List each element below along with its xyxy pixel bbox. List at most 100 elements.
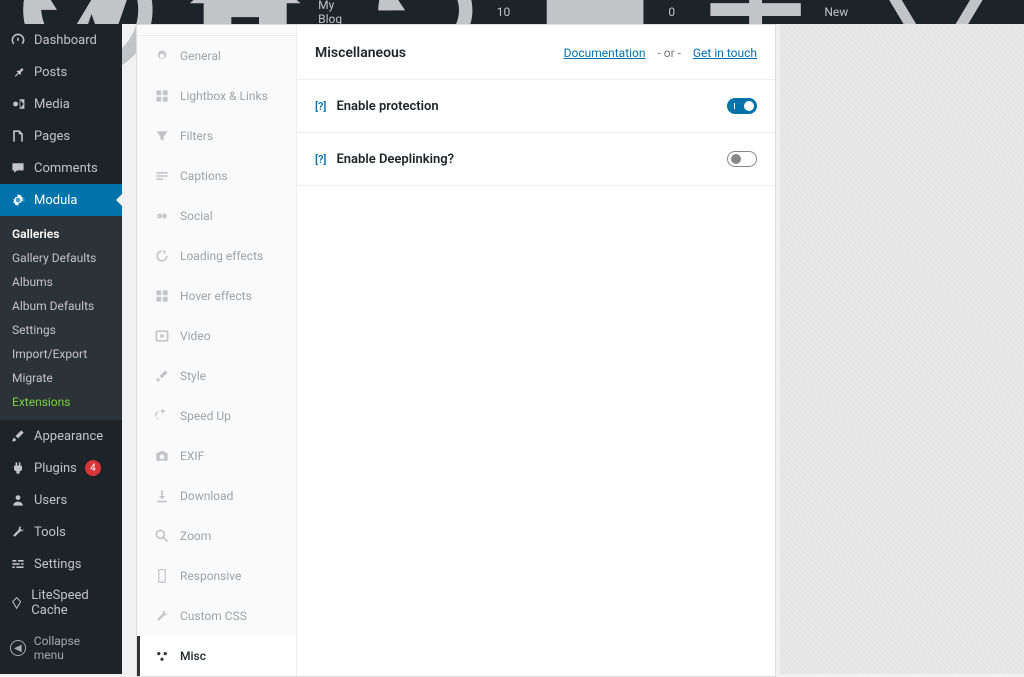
collapse-icon: ◀: [10, 640, 26, 656]
tab-download[interactable]: Download: [137, 476, 296, 516]
tab-label: Social: [180, 209, 213, 223]
sidebar-label: Plugins: [34, 461, 77, 476]
play-icon: [154, 328, 170, 344]
tab-zoom[interactable]: Zoom: [137, 516, 296, 556]
sidebar-item-litespeed[interactable]: LiteSpeed Cache: [0, 580, 122, 626]
tab-label: Captions: [180, 169, 228, 183]
modula-submenu: Galleries Gallery Defaults Albums Album …: [0, 216, 122, 420]
gear-icon: [10, 192, 26, 208]
tab-lightbox[interactable]: Lightbox & Links: [137, 76, 296, 116]
gauge-icon: [154, 408, 170, 424]
comments-icon: [10, 160, 26, 176]
help-icon[interactable]: [?]: [315, 100, 326, 113]
camera-icon: [154, 448, 170, 464]
dashboard-icon: [10, 32, 26, 48]
panel-header: Miscellaneous Documentation - or - Get i…: [297, 25, 775, 80]
tab-responsive[interactable]: Responsive: [137, 556, 296, 596]
sidebar-item-plugins[interactable]: Plugins 4: [0, 452, 122, 484]
settings-tabs: General Lightbox & Links Filters Caption…: [137, 25, 297, 676]
settings-panel: Miscellaneous Documentation - or - Get i…: [297, 25, 775, 676]
gear-icon: [154, 48, 170, 64]
submenu-settings[interactable]: Settings: [0, 318, 122, 342]
admin-sidebar: Dashboard Posts Media Pages Comments Mod…: [0, 24, 122, 674]
sidebar-item-modula[interactable]: Modula: [0, 184, 122, 216]
sidebar-label: Settings: [34, 557, 81, 572]
site-name-label: My Blog: [318, 0, 342, 26]
tab-label: EXIF: [180, 449, 204, 463]
tab-label: Hover effects: [180, 289, 252, 303]
pin-icon: [10, 64, 26, 80]
tab-social[interactable]: Social: [137, 196, 296, 236]
submenu-albums[interactable]: Albums: [0, 270, 122, 294]
tab-loading[interactable]: Loading effects: [137, 236, 296, 276]
phone-icon: [154, 568, 170, 584]
toggle-protection[interactable]: [727, 98, 757, 114]
settings-container: General Lightbox & Links Filters Caption…: [136, 24, 776, 677]
brush-icon: [10, 428, 26, 444]
sidebar-item-comments[interactable]: Comments: [0, 152, 122, 184]
tab-style[interactable]: Style: [137, 356, 296, 396]
submenu-gallery-defaults[interactable]: Gallery Defaults: [0, 246, 122, 270]
tab-general[interactable]: General: [137, 36, 296, 76]
tab-label: Custom CSS: [180, 609, 247, 623]
pages-icon: [10, 128, 26, 144]
sidebar-item-tools[interactable]: Tools: [0, 516, 122, 548]
sidebar-item-settings[interactable]: Settings: [0, 548, 122, 580]
submenu-album-defaults[interactable]: Album Defaults: [0, 294, 122, 318]
panel-header-links: Documentation - or - Get in touch: [564, 46, 757, 60]
toggle-deeplinking[interactable]: [727, 151, 757, 167]
documentation-link[interactable]: Documentation: [564, 46, 646, 60]
search-icon: [154, 528, 170, 544]
tab-filters[interactable]: Filters: [137, 116, 296, 156]
admin-bar: My Blog 10 0 New: [0, 0, 1024, 24]
submenu-galleries[interactable]: Galleries: [0, 222, 122, 246]
tab-label: Responsive: [180, 569, 241, 583]
layers-icon: [154, 288, 170, 304]
content-wrap: General Lightbox & Links Filters Caption…: [122, 24, 1024, 674]
tab-speedup[interactable]: Speed Up: [137, 396, 296, 436]
sidebar-collapse-button[interactable]: ◀ Collapse menu: [0, 626, 122, 670]
submenu-extensions[interactable]: Extensions: [0, 390, 122, 414]
sidebar-item-users[interactable]: Users: [0, 484, 122, 516]
sidebar-item-pages[interactable]: Pages: [0, 120, 122, 152]
grid-icon: [154, 88, 170, 104]
sidebar-item-media[interactable]: Media: [0, 88, 122, 120]
diamond-icon: [10, 595, 23, 611]
tab-label: Speed Up: [180, 409, 231, 423]
tab-label: Download: [180, 489, 233, 503]
tab-label: Loading effects: [180, 249, 263, 263]
sidebar-label: Pages: [34, 129, 70, 144]
tab-hover[interactable]: Hover effects: [137, 276, 296, 316]
tab-customcss[interactable]: Custom CSS: [137, 596, 296, 636]
toggle-knob: [731, 154, 741, 164]
sliders-icon: [10, 556, 26, 572]
tab-exif[interactable]: EXIF: [137, 436, 296, 476]
comments-count: 0: [668, 5, 675, 19]
brush-icon: [154, 368, 170, 384]
toggle-knob: [744, 101, 754, 111]
help-icon[interactable]: [?]: [315, 153, 326, 166]
setting-row-deeplinking: [?] Enable Deeplinking?: [297, 133, 775, 186]
media-icon: [10, 96, 26, 112]
sidebar-item-appearance[interactable]: Appearance: [0, 420, 122, 452]
sidebar-item-posts[interactable]: Posts: [0, 56, 122, 88]
header-or-text: - or -: [649, 46, 690, 60]
tab-video[interactable]: Video: [137, 316, 296, 356]
tab-label: Video: [180, 329, 211, 343]
sidebar-label: Modula: [34, 193, 78, 208]
text-icon: [154, 168, 170, 184]
tab-captions[interactable]: Captions: [137, 156, 296, 196]
submenu-migrate[interactable]: Migrate: [0, 366, 122, 390]
tab-misc[interactable]: Misc: [137, 636, 296, 676]
sidebar-item-dashboard[interactable]: Dashboard: [0, 24, 122, 56]
link-icon: [154, 208, 170, 224]
sidebar-label: Tools: [34, 525, 66, 540]
wrench-icon: [10, 524, 26, 540]
wrench-icon: [154, 608, 170, 624]
tab-label: Zoom: [180, 529, 211, 543]
submenu-import-export[interactable]: Import/Export: [0, 342, 122, 366]
contact-link[interactable]: Get in touch: [693, 46, 757, 60]
tabs-header: [137, 25, 296, 36]
reload-icon: [154, 248, 170, 264]
new-label: New: [824, 5, 848, 19]
